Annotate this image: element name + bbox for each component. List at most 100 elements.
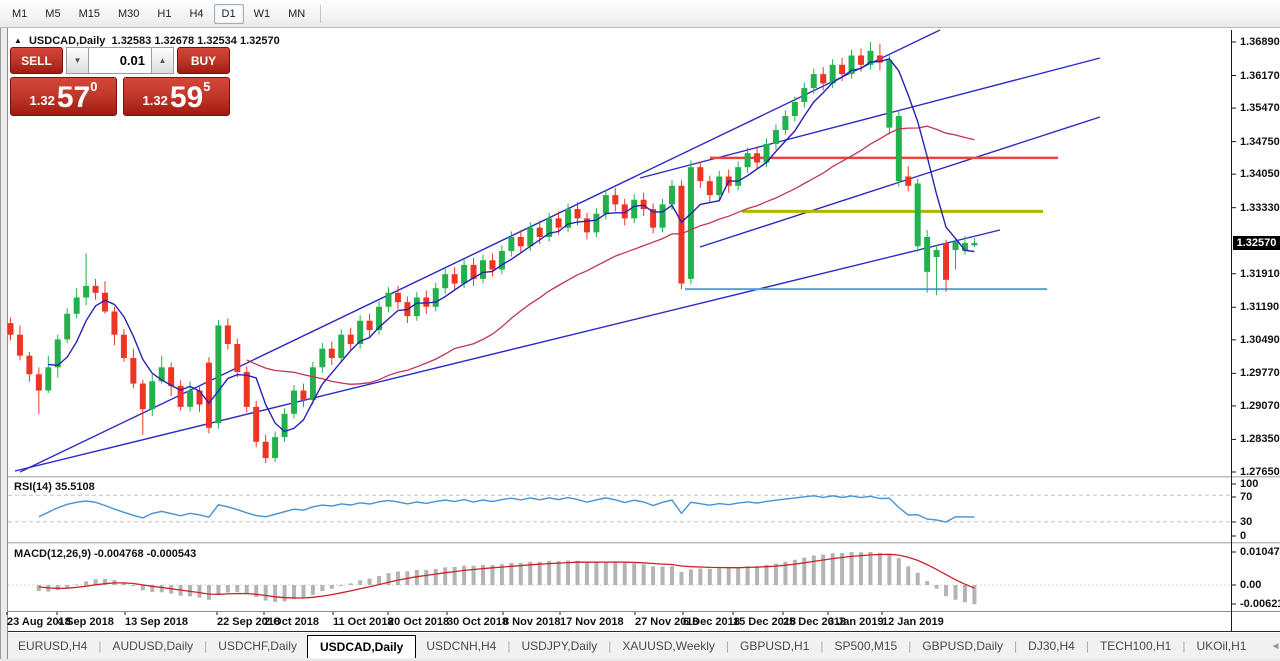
price-axis-label: 1.29070 [1240, 400, 1280, 412]
macd-histogram-bar [65, 585, 69, 588]
macd-histogram-bar [557, 561, 561, 585]
macd-histogram-bar [585, 562, 589, 585]
macd-histogram-bar [301, 585, 305, 598]
macd-histogram-bar [727, 568, 731, 585]
macd-histogram-bar [623, 563, 627, 585]
macd-histogram-bar [594, 562, 598, 585]
chart-symbol: USDCAD,Daily [29, 35, 105, 47]
chevron-up-icon: ▲ [159, 56, 167, 65]
macd-histogram-bar [765, 565, 769, 585]
buy-price-sup: 5 [203, 79, 210, 94]
tab-usdjpy-daily[interactable]: USDJPY,Daily [511, 635, 607, 657]
date-axis-label: 11 Oct 2018 [333, 616, 394, 628]
macd-histogram-bar [424, 570, 428, 585]
macd-histogram-bar [661, 567, 665, 585]
tab-sp500-m15[interactable]: SP500,M15 [825, 635, 908, 657]
macd-histogram-bar [235, 585, 239, 592]
macd-histogram-bar [434, 569, 438, 585]
tab-scroll-left-icon[interactable]: ◄ [1270, 641, 1280, 652]
macd-axis-label: -0.006218 [1240, 598, 1280, 610]
price-axis-label: 1.31190 [1240, 301, 1279, 313]
tab-xauusd-weekly[interactable]: XAUUSD,Weekly [612, 635, 724, 657]
tab-ukoil-h1[interactable]: UKOil,H1 [1186, 635, 1256, 657]
macd-histogram-bar [443, 567, 447, 585]
macd-histogram-bar [802, 558, 806, 585]
macd-histogram-bar [311, 585, 315, 595]
chevron-down-icon: ▼ [74, 56, 82, 65]
macd-histogram-bar [708, 569, 712, 585]
price-axis-border [1231, 30, 1232, 632]
macd-panel-splitter[interactable] [8, 542, 1280, 544]
macd-histogram-bar [453, 567, 457, 585]
one-click-trading-widget: SELL ▼ 0.01 ▲ BUY 1.32 57 0 1.32 59 5 [10, 47, 230, 116]
tab-tech100-h1[interactable]: TECH100,H1 [1090, 635, 1181, 657]
volume-stepper: ▼ 0.01 ▲ [66, 47, 174, 74]
macd-histogram-bar [547, 561, 551, 585]
volume-decrease-button[interactable]: ▼ [66, 47, 89, 74]
macd-histogram-bar [689, 569, 693, 585]
macd-histogram-bar [717, 568, 721, 585]
macd-histogram-bar [273, 585, 277, 602]
tab-gbpusd-h1[interactable]: GBPUSD,H1 [730, 635, 819, 657]
chart-ohlc-values: 1.32583 1.32678 1.32534 1.32570 [112, 35, 280, 47]
chart-title: ▲ USDCAD,Daily 1.32583 1.32678 1.32534 1… [14, 35, 280, 47]
tab-dj30-h4[interactable]: DJ30,H4 [1018, 635, 1085, 657]
rsi-axis-label: 100 [1240, 478, 1258, 490]
mt4-terminal: { "toolbar": { "timeframes": ["M1","M5",… [0, 0, 1280, 661]
macd-histogram-bar [670, 566, 674, 585]
price-axis-label: 1.36170 [1240, 70, 1280, 82]
macd-histogram-bar [812, 555, 816, 585]
tab-usdchf-daily[interactable]: USDCHF,Daily [208, 635, 307, 657]
tab-usdcad-daily[interactable]: USDCAD,Daily [307, 635, 416, 658]
macd-histogram-bar [963, 585, 967, 602]
chart-tab-bar: EURUSD,H4|AUDUSD,Daily|USDCHF,DailyUSDCA… [8, 633, 1280, 659]
date-axis-label: 12 Jan 2019 [882, 616, 944, 628]
macd-histogram-bar [396, 571, 400, 585]
macd-histogram-bar [538, 562, 542, 585]
macd-histogram-bar [330, 585, 334, 589]
date-axis-label: 2 Oct 2018 [264, 616, 319, 628]
rsi-axis-label: 70 [1240, 491, 1252, 503]
sell-price-sup: 0 [90, 79, 97, 94]
macd-histogram-bar [349, 583, 353, 585]
macd-histogram-bar [935, 585, 939, 589]
sell-button[interactable]: SELL [10, 47, 63, 74]
date-axis-label: 20 Oct 2018 [388, 616, 449, 628]
macd-histogram-bar [916, 573, 920, 585]
tab-audusd-daily[interactable]: AUDUSD,Daily [102, 635, 203, 657]
macd-histogram-bar [679, 572, 683, 585]
macd-histogram-bar [954, 585, 958, 600]
volume-increase-button[interactable]: ▲ [151, 47, 174, 74]
tab-usdcnh-h4[interactable]: USDCNH,H4 [416, 635, 506, 657]
price-axis-label: 1.36890 [1240, 36, 1280, 48]
macd-histogram-bar [368, 579, 372, 585]
price-axis-label: 1.34050 [1240, 168, 1280, 180]
sell-price-small: 1.32 [30, 91, 55, 111]
macd-histogram-bar [604, 562, 608, 585]
price-axis-label: 1.33330 [1240, 202, 1280, 214]
macd-histogram-bar [925, 581, 929, 585]
rsi-panel-splitter[interactable] [8, 476, 1280, 478]
tab-eurusd-h4[interactable]: EURUSD,H4 [8, 635, 97, 657]
date-axis-label: 3 Jan 2019 [828, 616, 884, 628]
sell-price-display[interactable]: 1.32 57 0 [10, 77, 117, 116]
date-axis-label: 13 Sep 2018 [125, 616, 188, 628]
buy-price-big: 59 [170, 85, 203, 111]
macd-histogram-bar [698, 568, 702, 585]
macd-histogram-bar [75, 584, 79, 585]
macd-histogram-bar [198, 585, 202, 598]
price-axis-label: 1.30490 [1240, 334, 1280, 346]
collapse-triangle-icon[interactable]: ▲ [14, 36, 22, 45]
tab-gbpusd-daily[interactable]: GBPUSD,Daily [912, 635, 1013, 657]
macd-histogram-bar [160, 585, 164, 592]
buy-button[interactable]: BUY [177, 47, 230, 74]
rsi-indicator-label: RSI(14) 35.5108 [14, 481, 95, 493]
macd-histogram-bar [944, 585, 948, 596]
macd-histogram-bar [906, 566, 910, 585]
macd-histogram-bar [868, 552, 872, 585]
volume-field[interactable]: 0.01 [89, 47, 151, 74]
buy-price-display[interactable]: 1.32 59 5 [123, 77, 230, 116]
price-axis-label: 1.27650 [1240, 466, 1280, 478]
macd-histogram-bar [472, 566, 476, 585]
macd-histogram-bar [566, 560, 570, 585]
